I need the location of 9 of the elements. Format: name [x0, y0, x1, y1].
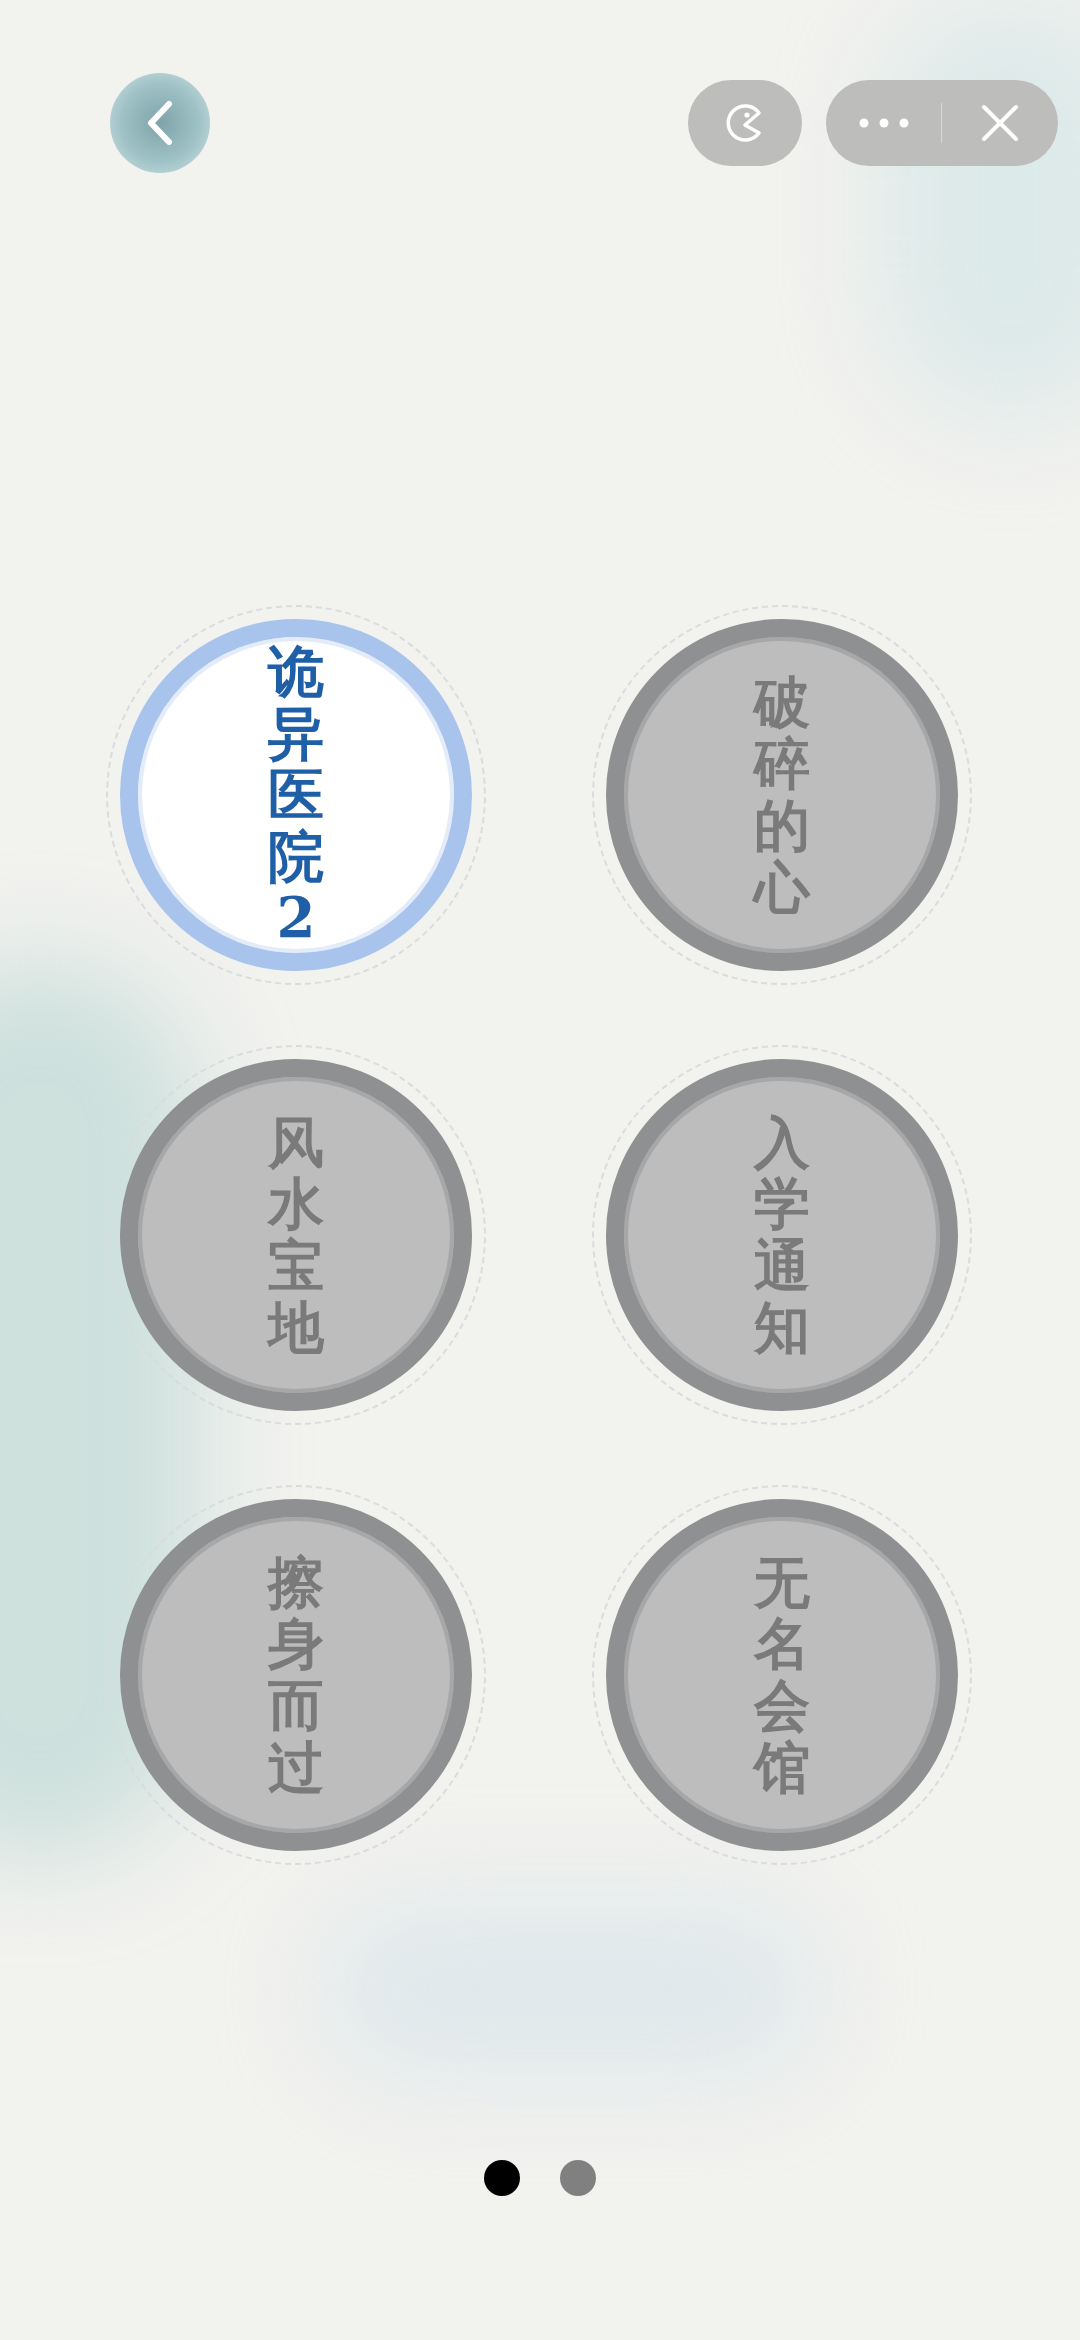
- close-icon: [981, 104, 1019, 142]
- level-button[interactable]: 诡异医院2: [120, 619, 472, 971]
- level-button[interactable]: 破碎的心: [606, 619, 958, 971]
- level-button[interactable]: 风水宝地: [120, 1059, 472, 1411]
- back-icon: [145, 100, 175, 146]
- more-icon: [858, 118, 909, 128]
- level-button[interactable]: 无名会馆: [606, 1499, 958, 1851]
- level-button[interactable]: 入学通知: [606, 1059, 958, 1411]
- level-button[interactable]: 擦身而过: [120, 1499, 472, 1851]
